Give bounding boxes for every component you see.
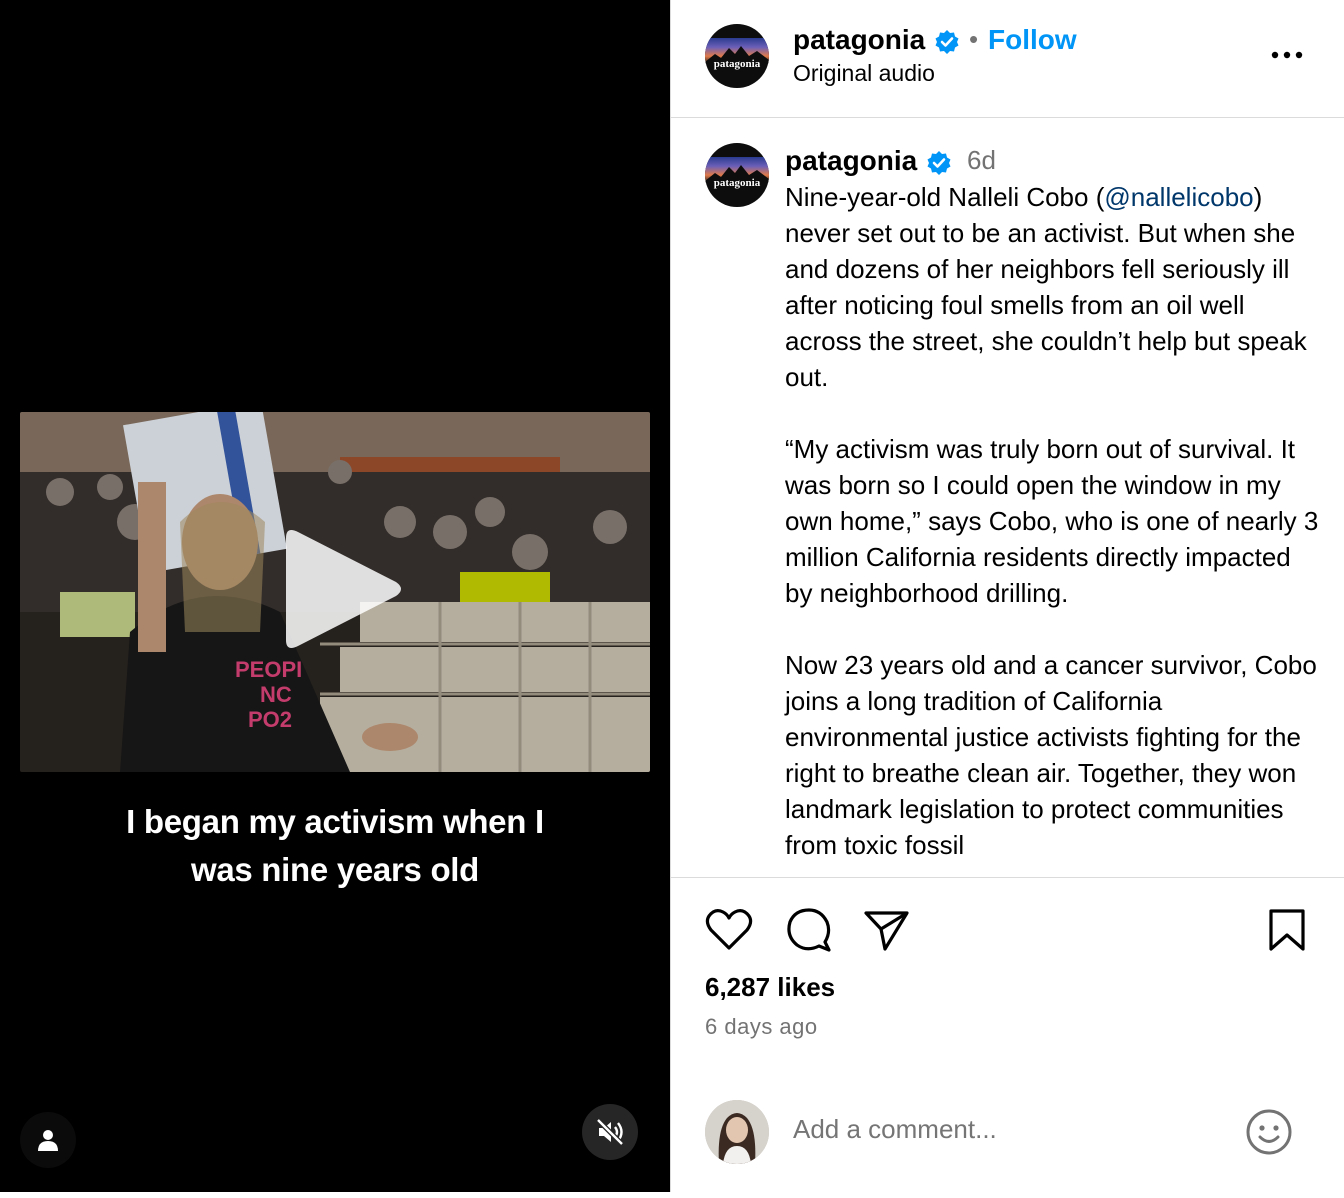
speaker-muted-icon xyxy=(596,1118,624,1146)
mute-button[interactable] xyxy=(582,1104,638,1160)
more-options-icon[interactable] xyxy=(1269,40,1309,70)
comment-input[interactable] xyxy=(793,1114,1193,1145)
caption-text: ) never set out to be an activist. But w… xyxy=(785,182,1307,392)
comment-bubble-icon[interactable] xyxy=(785,906,833,954)
caption-paragraph: “My activism was truly born out of survi… xyxy=(785,434,1319,608)
avatar-logo-text: patagonia xyxy=(713,58,761,70)
paper-plane-icon[interactable] xyxy=(863,908,911,952)
avatar[interactable]: patagonia xyxy=(705,24,769,88)
video-caption-line: was nine years old xyxy=(190,851,480,888)
video-caption: I began my activism when I was nine year… xyxy=(0,798,670,894)
verified-badge-icon xyxy=(935,30,959,54)
mention-link[interactable]: @nallelicobo xyxy=(1104,182,1253,212)
post-actions: 6,287 likes 6 days ago xyxy=(671,878,1344,1048)
post-caption-text: Nine-year-old Nalleli Cobo (@nallelicobo… xyxy=(785,179,1325,877)
video-player[interactable]: PEOPI NC PO2 I began my activism when I … xyxy=(0,0,670,1192)
avatar[interactable]: patagonia xyxy=(705,143,769,207)
video-caption-line: I began my activism when I xyxy=(126,803,544,840)
commenter-avatar xyxy=(705,1100,769,1164)
post-username[interactable]: patagonia xyxy=(785,145,917,177)
heart-icon[interactable] xyxy=(705,908,753,952)
caption-text: Nine-year-old Nalleli Cobo ( xyxy=(785,182,1105,212)
avatar-logo-text: patagonia xyxy=(713,177,761,189)
header-username[interactable]: patagonia xyxy=(793,24,925,56)
post-header: patagonia patagonia • Follow Original au… xyxy=(671,0,1344,118)
post-date[interactable]: 6 days ago xyxy=(705,1014,818,1040)
post-caption-area: patagonia patagonia 6d Nine-year-old Nal… xyxy=(671,119,1344,878)
post-panel: patagonia patagonia • Follow Original au… xyxy=(670,0,1344,1192)
separator-dot: • xyxy=(969,24,979,54)
audio-label[interactable]: Original audio xyxy=(793,60,935,87)
post-timestamp[interactable]: 6d xyxy=(967,145,996,176)
caption-paragraph: Now 23 years old and a cancer survivor, … xyxy=(785,650,1317,860)
caption-paragraph: Nine-year-old Nalleli Cobo (@nallelicobo… xyxy=(785,179,1325,395)
verified-badge-icon xyxy=(927,151,951,175)
comment-row xyxy=(671,1090,1344,1180)
user-icon xyxy=(38,1130,58,1151)
play-icon[interactable] xyxy=(278,524,408,654)
tagged-users-button[interactable] xyxy=(20,1112,76,1168)
smiley-icon[interactable] xyxy=(1245,1108,1293,1156)
follow-button[interactable]: Follow xyxy=(988,24,1077,56)
bookmark-icon[interactable] xyxy=(1267,908,1307,952)
likes-count[interactable]: 6,287 likes xyxy=(705,972,835,1003)
